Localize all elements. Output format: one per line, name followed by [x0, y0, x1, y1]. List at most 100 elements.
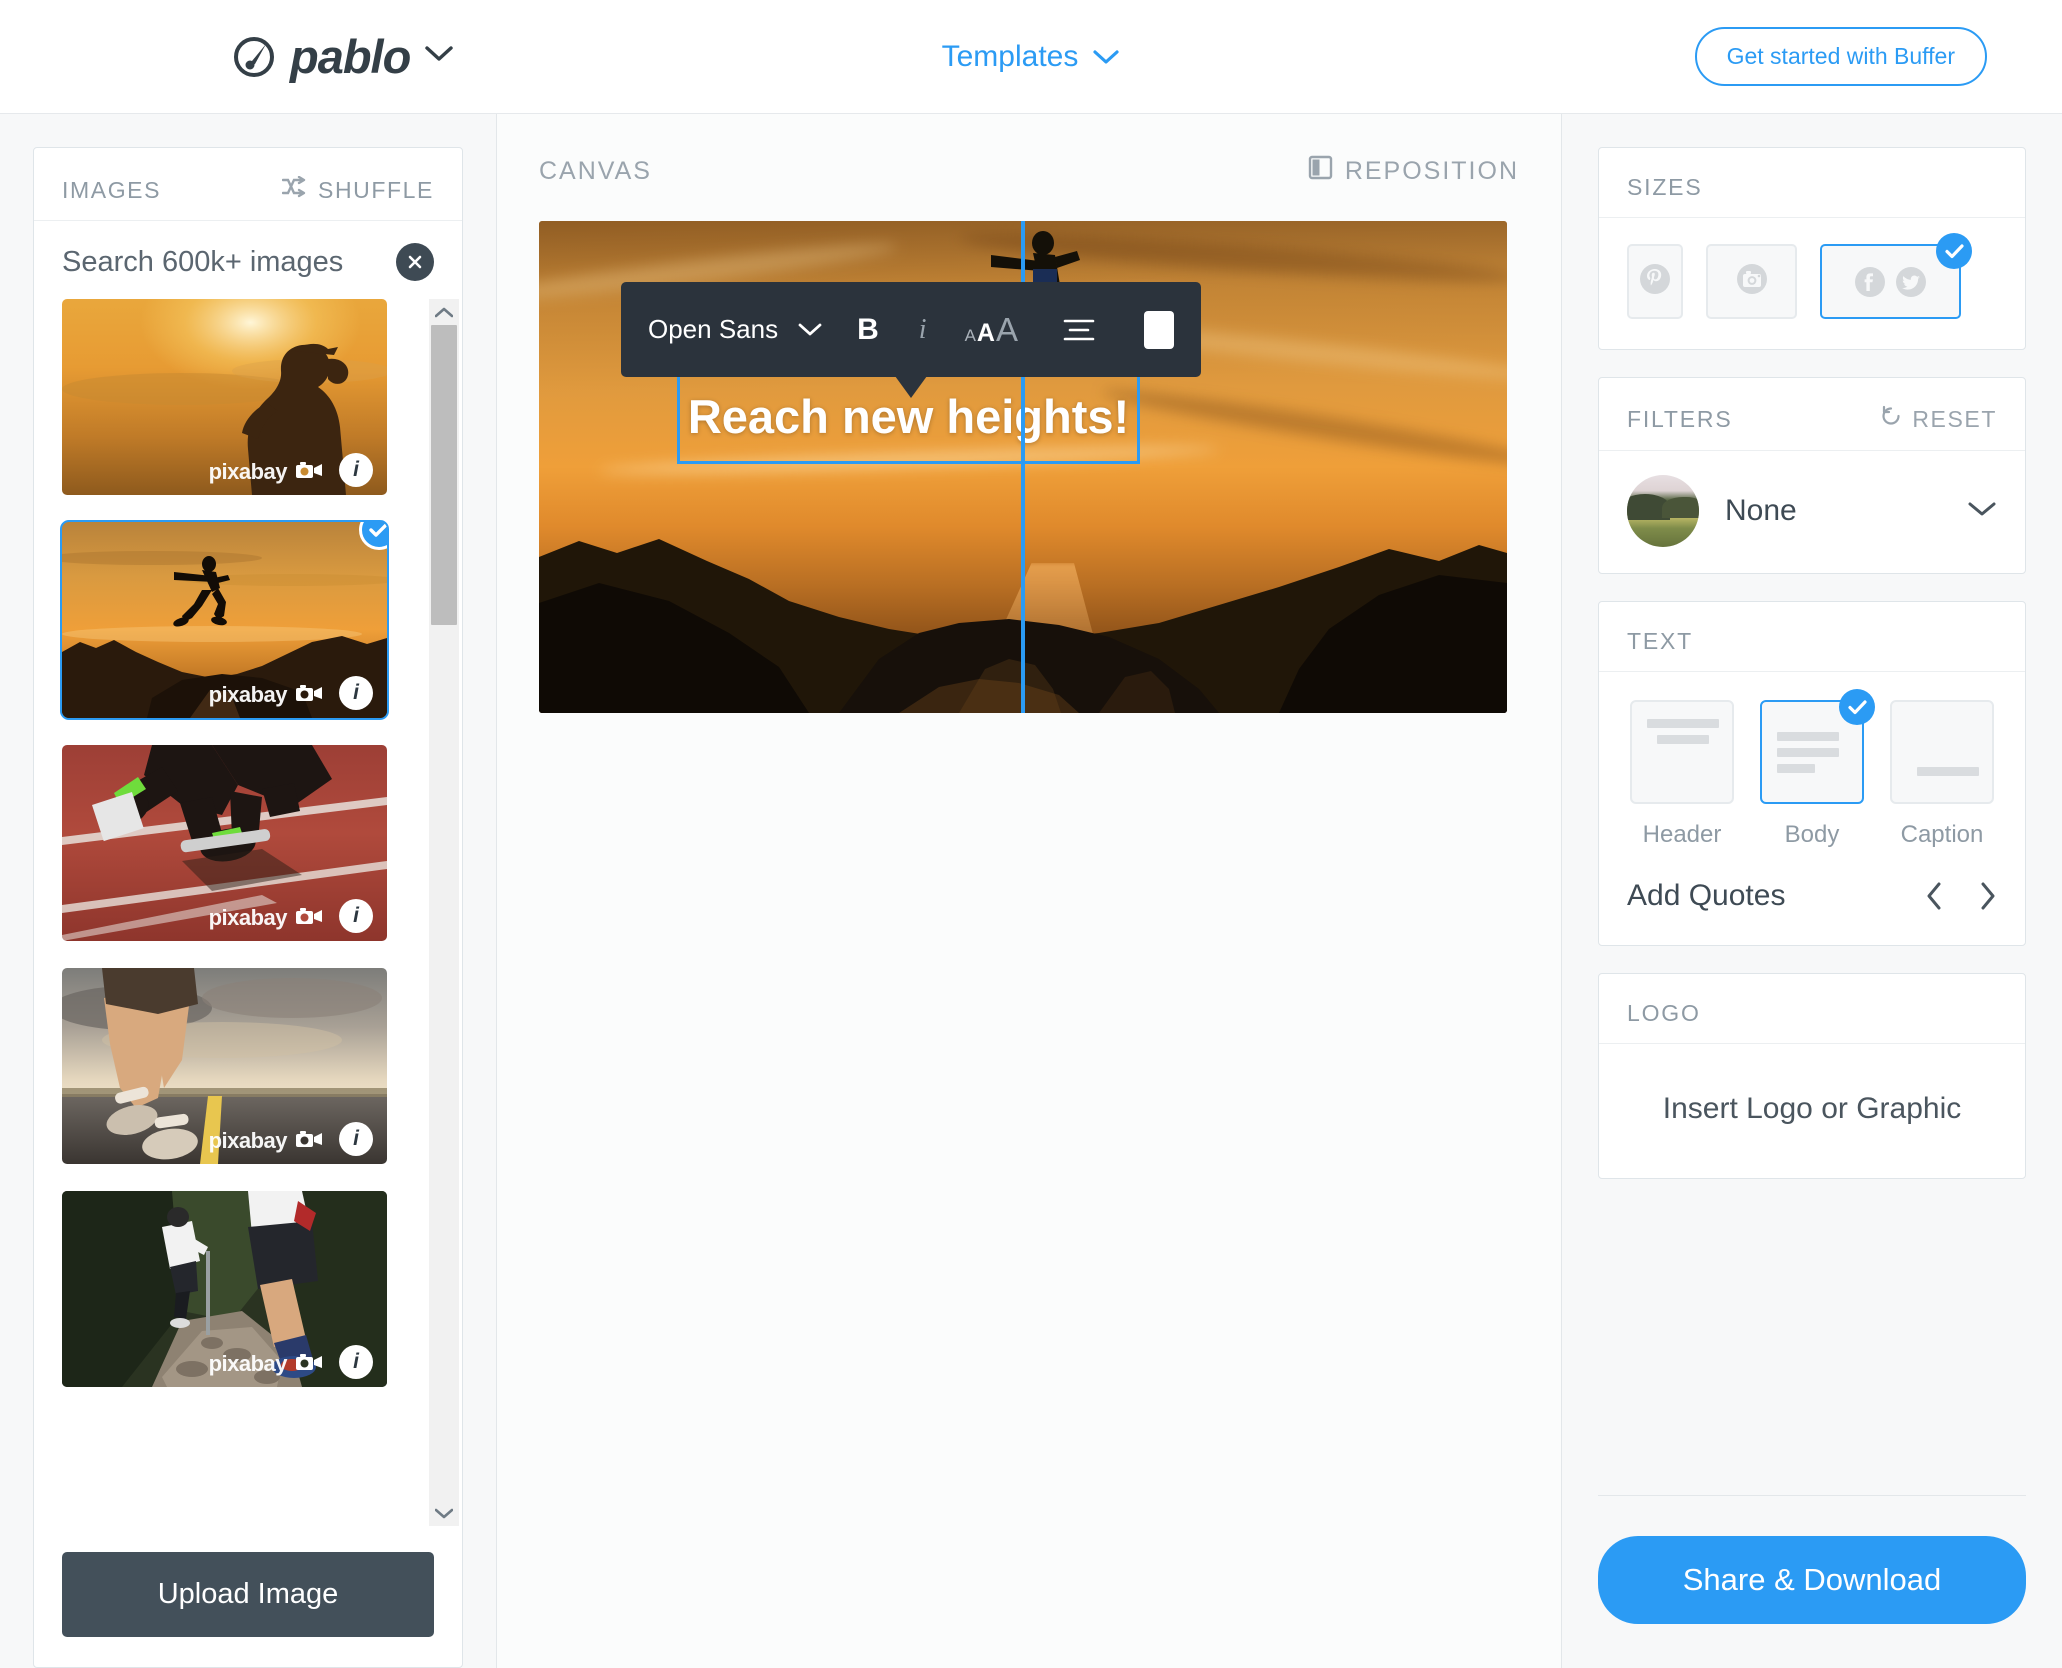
clear-search-button[interactable] — [396, 243, 434, 281]
watermark-text: pixabay — [208, 682, 288, 707]
header-right: Get started with Buffer — [1694, 27, 1987, 86]
text-style-header[interactable]: Header — [1627, 700, 1737, 849]
right-sidebar: SIZES FILTERS RESET None TEXT Header Bod… — [1562, 114, 2062, 1668]
images-scrollbar[interactable] — [429, 299, 459, 1526]
font-size-medium[interactable]: A — [977, 319, 995, 348]
image-info-button[interactable]: i — [339, 676, 373, 710]
instagram-icon — [1731, 262, 1773, 301]
watermark-text: pixabay — [208, 1351, 288, 1376]
scroll-up-arrow-icon[interactable] — [435, 299, 453, 325]
canvas-header: CANVAS REPOSITION — [539, 147, 1519, 221]
image-info-button[interactable]: i — [339, 453, 373, 487]
pablo-app: pablo Templates Get started with Buffer … — [0, 0, 2062, 1668]
text-color-swatch[interactable] — [1144, 310, 1174, 349]
image-thumbnail[interactable]: pixabay i — [62, 299, 387, 495]
footer-divider — [1598, 1495, 2026, 1496]
insert-logo-button[interactable]: Insert Logo or Graphic — [1599, 1044, 2025, 1178]
preview-bar — [1777, 763, 1815, 773]
text-style-options: Header Body Caption — [1599, 672, 2025, 849]
upload-image-button[interactable]: Upload Image — [62, 1552, 434, 1637]
scrollbar-thumb[interactable] — [431, 325, 457, 625]
font-family-label[interactable]: Open Sans — [648, 314, 778, 345]
sizes-panel-header: SIZES — [1599, 148, 2025, 218]
pixabay-watermark: pixabay — [209, 459, 323, 485]
logo-panel-header: LOGO — [1599, 974, 2025, 1044]
size-option-instagram[interactable] — [1706, 244, 1797, 319]
images-panel: IMAGES SHUFFLE Search 600k+ images pixab… — [33, 147, 463, 1668]
shuffle-button[interactable]: SHUFFLE — [281, 175, 434, 204]
filters-reset-label: RESET — [1912, 405, 1997, 432]
selected-check-icon — [1936, 233, 1972, 269]
pixabay-watermark: pixabay — [209, 682, 323, 708]
templates-label: Templates — [941, 39, 1079, 73]
filter-preview-thumbnail — [1627, 475, 1699, 547]
size-option-pinterest[interactable] — [1627, 244, 1683, 319]
text-style-caption[interactable]: Caption — [1887, 700, 1997, 849]
font-family-chevron-down-icon[interactable] — [797, 322, 823, 338]
thumbnails-scroll-area: pixabay i pixabay i pixabay i pixabay i … — [34, 299, 462, 1526]
upload-zone: Upload Image — [34, 1526, 462, 1667]
search-input[interactable] — [62, 245, 392, 279]
filters-panel-header: FILTERS RESET — [1599, 378, 2025, 451]
text-panel-title: TEXT — [1627, 628, 1693, 654]
quotes-navigation — [1925, 881, 1997, 911]
filters-reset-button[interactable]: RESET — [1879, 404, 1997, 434]
image-thumbnail[interactable]: pixabay i — [62, 968, 387, 1164]
text-style-preview-body — [1760, 689, 1875, 804]
watermark-text: pixabay — [208, 459, 288, 484]
share-download-button[interactable]: Share & Download — [1598, 1536, 2026, 1624]
image-info-button[interactable]: i — [339, 1345, 373, 1379]
camera-icon — [295, 683, 323, 708]
chevron-left-icon[interactable] — [1925, 881, 1943, 911]
bold-button[interactable]: B — [857, 313, 879, 347]
camera-icon — [295, 460, 323, 485]
text-style-label: Header — [1642, 821, 1722, 848]
font-size-large[interactable]: A — [996, 311, 1018, 349]
preview-bar — [1657, 735, 1709, 744]
filter-name: None — [1725, 494, 1797, 527]
scroll-down-arrow-icon[interactable] — [435, 1500, 453, 1526]
app-body: IMAGES SHUFFLE Search 600k+ images pixab… — [0, 114, 2062, 1668]
text-style-label: Body — [1784, 821, 1840, 848]
sizes-panel-title: SIZES — [1627, 174, 1703, 200]
reposition-icon — [1308, 155, 1333, 187]
sizes-panel: SIZES — [1598, 147, 2026, 350]
chevron-right-icon[interactable] — [1979, 881, 1997, 911]
image-info-button[interactable]: i — [339, 899, 373, 933]
size-option-facebook-twitter[interactable] — [1820, 233, 1972, 319]
brand-wordmark: pablo — [290, 30, 411, 83]
pablo-brush-circle-icon — [232, 35, 276, 79]
preview-bar — [1647, 719, 1719, 728]
image-thumbnail[interactable]: pixabay i — [62, 745, 387, 941]
filter-preview-hill — [1661, 496, 1699, 519]
add-quotes-label[interactable]: Add Quotes — [1627, 879, 1785, 913]
filter-selector[interactable]: None — [1599, 451, 2025, 573]
selected-check-icon — [1839, 689, 1875, 725]
camera-icon — [295, 1352, 323, 1377]
brand-logo[interactable]: pablo — [232, 33, 454, 80]
get-started-buffer-button[interactable]: Get started with Buffer — [1694, 27, 1987, 86]
templates-menu[interactable]: Templates — [942, 40, 1121, 74]
chevron-down-icon[interactable] — [424, 45, 454, 68]
italic-button[interactable]: i — [919, 314, 927, 346]
font-size-buttons[interactable]: A A A — [965, 311, 1018, 349]
right-sidebar-spacer — [1598, 1206, 2026, 1495]
canvas-title: CANVAS — [539, 156, 652, 185]
search-row — [34, 221, 462, 299]
reposition-button[interactable]: REPOSITION — [1308, 155, 1519, 187]
chevron-down-icon — [1092, 40, 1120, 74]
design-canvas[interactable]: Reach new heights! Open Sans B i A A A — [539, 221, 1507, 713]
chevron-down-icon[interactable] — [1967, 500, 1997, 523]
font-size-small[interactable]: A — [965, 326, 976, 346]
shuffle-label: SHUFFLE — [318, 176, 434, 203]
filters-panel: FILTERS RESET None — [1598, 377, 2026, 574]
image-thumbnail[interactable]: pixabay i — [62, 1191, 387, 1387]
images-panel-title: IMAGES — [62, 176, 162, 203]
image-info-button[interactable]: i — [339, 1122, 373, 1156]
image-thumbnail-selected[interactable]: pixabay i — [60, 520, 389, 720]
align-center-icon[interactable] — [1062, 317, 1096, 343]
size-options — [1599, 218, 2025, 349]
text-style-body[interactable]: Body — [1757, 689, 1875, 849]
add-quotes-row: Add Quotes — [1599, 849, 2025, 945]
pixabay-watermark: pixabay — [209, 905, 323, 931]
